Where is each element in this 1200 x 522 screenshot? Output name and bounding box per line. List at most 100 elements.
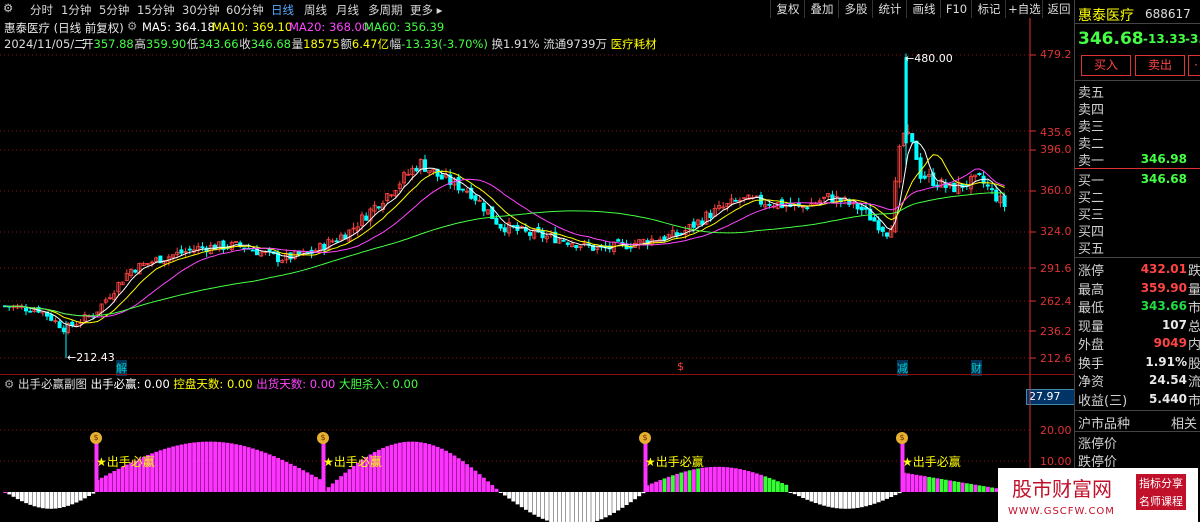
indicator-bar <box>221 442 226 492</box>
price-tick: 360.0 <box>1040 184 1072 197</box>
indicator-bar <box>24 492 28 504</box>
indicator-chart[interactable] <box>0 375 1074 522</box>
candle-body <box>830 194 835 203</box>
more-button[interactable]: · <box>1188 55 1200 76</box>
indicator-bar <box>624 492 629 506</box>
indicator-bar <box>834 492 839 509</box>
candle-body <box>1002 195 1007 207</box>
indicator-bar <box>872 492 877 504</box>
indicator-bar <box>616 492 621 511</box>
candle-body <box>885 232 890 237</box>
stat-label: 最低 <box>1078 301 1105 316</box>
indicator-bar <box>171 446 175 492</box>
indicator-bar <box>969 483 973 492</box>
stat-label-truncated: 市 <box>1187 393 1200 409</box>
indicator-bar <box>20 492 24 502</box>
stat-label: 外盘 <box>1078 338 1105 353</box>
indicator-bar <box>91 492 96 494</box>
indicator-bar <box>591 492 595 522</box>
indicator-bar <box>183 443 188 492</box>
watermark-tag: 指标分享 <box>1136 474 1186 492</box>
indicator-bar <box>931 477 936 492</box>
indicator-bar <box>477 474 482 492</box>
candle-body <box>914 140 919 160</box>
quote-panel: 惠泰医疗 688617 346.68 -13.33 -3. 买入 卖出 · 卖五… <box>1074 0 1200 522</box>
indicator-bar <box>826 492 831 507</box>
stat-value: 24.54 <box>1149 373 1187 387</box>
indicator-bar <box>729 467 734 492</box>
indicator-bar <box>49 492 54 509</box>
indicator-bar <box>620 492 625 508</box>
indicator-bar <box>868 492 873 506</box>
stat-value: 343.66 <box>1140 299 1187 313</box>
quote-divider <box>1075 80 1200 81</box>
indicator-bar <box>734 468 738 492</box>
indicator-bar <box>427 444 432 492</box>
candle-body <box>977 173 982 176</box>
stat-value: 1.91% <box>1145 354 1187 369</box>
indicator-bar <box>473 470 478 492</box>
indicator-bar <box>53 492 58 509</box>
indicator-bar <box>230 443 234 492</box>
indicator-bar <box>948 480 952 492</box>
site-watermark: 股市财富网 指标分享 名师课程 WWW.GSCFW.COM <box>998 468 1198 522</box>
indicator-bar <box>335 479 339 492</box>
watermark-tag: 名师课程 <box>1136 492 1186 510</box>
indicator-bar <box>683 471 688 492</box>
indicator-bar <box>276 457 280 492</box>
indicator-bar <box>288 463 293 492</box>
candle-body <box>481 202 486 212</box>
indicator-bar <box>675 473 679 492</box>
candle-body <box>334 240 339 243</box>
candle-body <box>994 189 999 202</box>
indicator-bar <box>11 492 16 497</box>
indicator-bar <box>881 492 885 501</box>
indicator-bar <box>973 484 978 492</box>
indicator-bar <box>990 487 994 492</box>
indicator-bar <box>99 477 104 492</box>
indicator-bar <box>633 492 637 500</box>
indicator-bar <box>158 450 163 492</box>
indicator-bar <box>469 467 474 492</box>
candle-body <box>952 182 957 193</box>
event-marker-dividend[interactable]: $ <box>677 360 684 373</box>
price-change: -13.33 <box>1143 32 1186 46</box>
related-tab[interactable]: 相关 <box>1171 413 1197 432</box>
indicator-bar <box>805 492 810 500</box>
indicator-bar <box>532 492 537 515</box>
indicator-bar <box>557 492 562 522</box>
signal-label: ★出手必赢 <box>323 455 382 469</box>
indicator-bar <box>385 446 390 492</box>
indicator-bar <box>549 492 553 522</box>
indicator-bar <box>225 442 230 492</box>
candle-body <box>691 221 696 228</box>
indicator-bar <box>330 483 335 492</box>
candle-body <box>675 232 680 237</box>
indicator-bar <box>32 492 37 507</box>
indicator-bar <box>280 459 285 492</box>
candle-body <box>872 217 877 222</box>
indicator-bar <box>503 492 507 496</box>
indicator-bar <box>188 443 192 492</box>
signal-label: ★出手必赢 <box>645 455 704 469</box>
indicator-bar <box>923 476 927 492</box>
sell-button[interactable]: 卖出 <box>1135 55 1185 76</box>
indicator-bar <box>755 473 759 492</box>
indicator-bar <box>62 492 66 508</box>
indicator-bar <box>200 441 205 492</box>
indicator-bar <box>452 455 457 492</box>
indicator-bar <box>204 441 209 492</box>
price-tick: 212.6 <box>1040 352 1072 365</box>
last-price: 346.68 <box>1078 29 1144 49</box>
candle-body <box>880 226 885 232</box>
price-tick: 479.2 <box>1040 48 1072 61</box>
indicator-bar <box>498 492 503 493</box>
money-bag-icon: $ <box>639 432 651 444</box>
buy-button[interactable]: 买入 <box>1081 55 1131 76</box>
money-bag-icon: $ <box>90 432 102 444</box>
indicator-bar <box>267 454 272 492</box>
price-change-pct: -3. <box>1185 32 1200 46</box>
indicator-bar <box>196 442 201 492</box>
indicator-bar <box>234 444 238 492</box>
candle-body <box>422 159 427 172</box>
